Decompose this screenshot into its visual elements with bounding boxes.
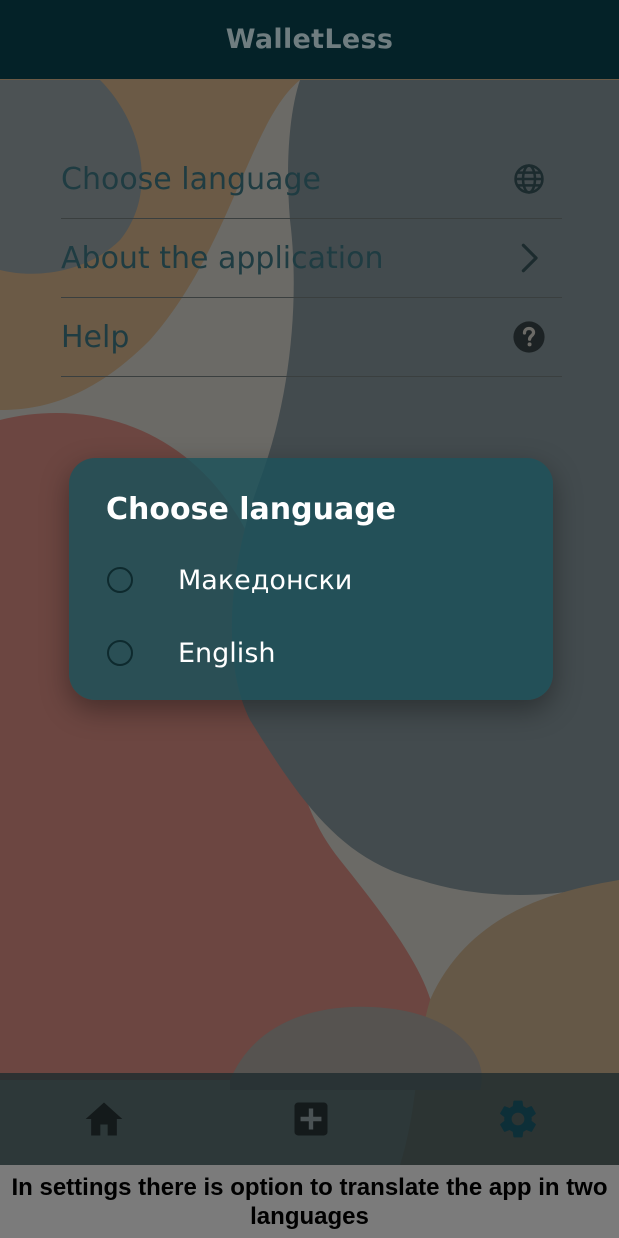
app-title: WalletLess xyxy=(225,24,394,55)
home-icon xyxy=(85,1102,123,1136)
language-dialog: Choose language Македонски English xyxy=(69,458,553,700)
settings-item-label: About the application xyxy=(61,240,384,276)
chevron-right-icon xyxy=(512,241,546,275)
settings-item-label: Help xyxy=(61,319,130,355)
language-option-label: English xyxy=(178,637,276,669)
dialog-title: Choose language xyxy=(106,492,397,527)
nav-add-button[interactable] xyxy=(289,1097,333,1141)
radio-button[interactable] xyxy=(107,567,133,593)
bottom-navigation xyxy=(0,1073,619,1165)
nav-home-button[interactable] xyxy=(82,1097,126,1141)
gear-icon xyxy=(500,1100,536,1138)
settings-item-choose-language[interactable]: Choose language xyxy=(61,140,562,219)
settings-item-label: Choose language xyxy=(61,161,321,197)
settings-item-help[interactable]: Help xyxy=(61,298,562,377)
help-circle-icon xyxy=(512,320,546,354)
settings-item-about[interactable]: About the application xyxy=(61,219,562,298)
add-box-icon xyxy=(294,1102,328,1136)
language-option-english[interactable]: English xyxy=(107,633,276,673)
app-bar: WalletLess xyxy=(0,0,619,79)
app-screen: WalletLess Choose language About the app… xyxy=(0,0,619,1165)
nav-settings-button[interactable] xyxy=(496,1097,540,1141)
settings-list: Choose language About the application He… xyxy=(61,140,562,377)
language-option-macedonian[interactable]: Македонски xyxy=(107,560,352,600)
caption-text: In settings there is option to translate… xyxy=(11,1173,608,1230)
globe-icon xyxy=(512,162,546,196)
caption-bar: In settings there is option to translate… xyxy=(0,1165,619,1238)
language-option-label: Македонски xyxy=(178,564,353,596)
radio-button[interactable] xyxy=(107,640,133,666)
